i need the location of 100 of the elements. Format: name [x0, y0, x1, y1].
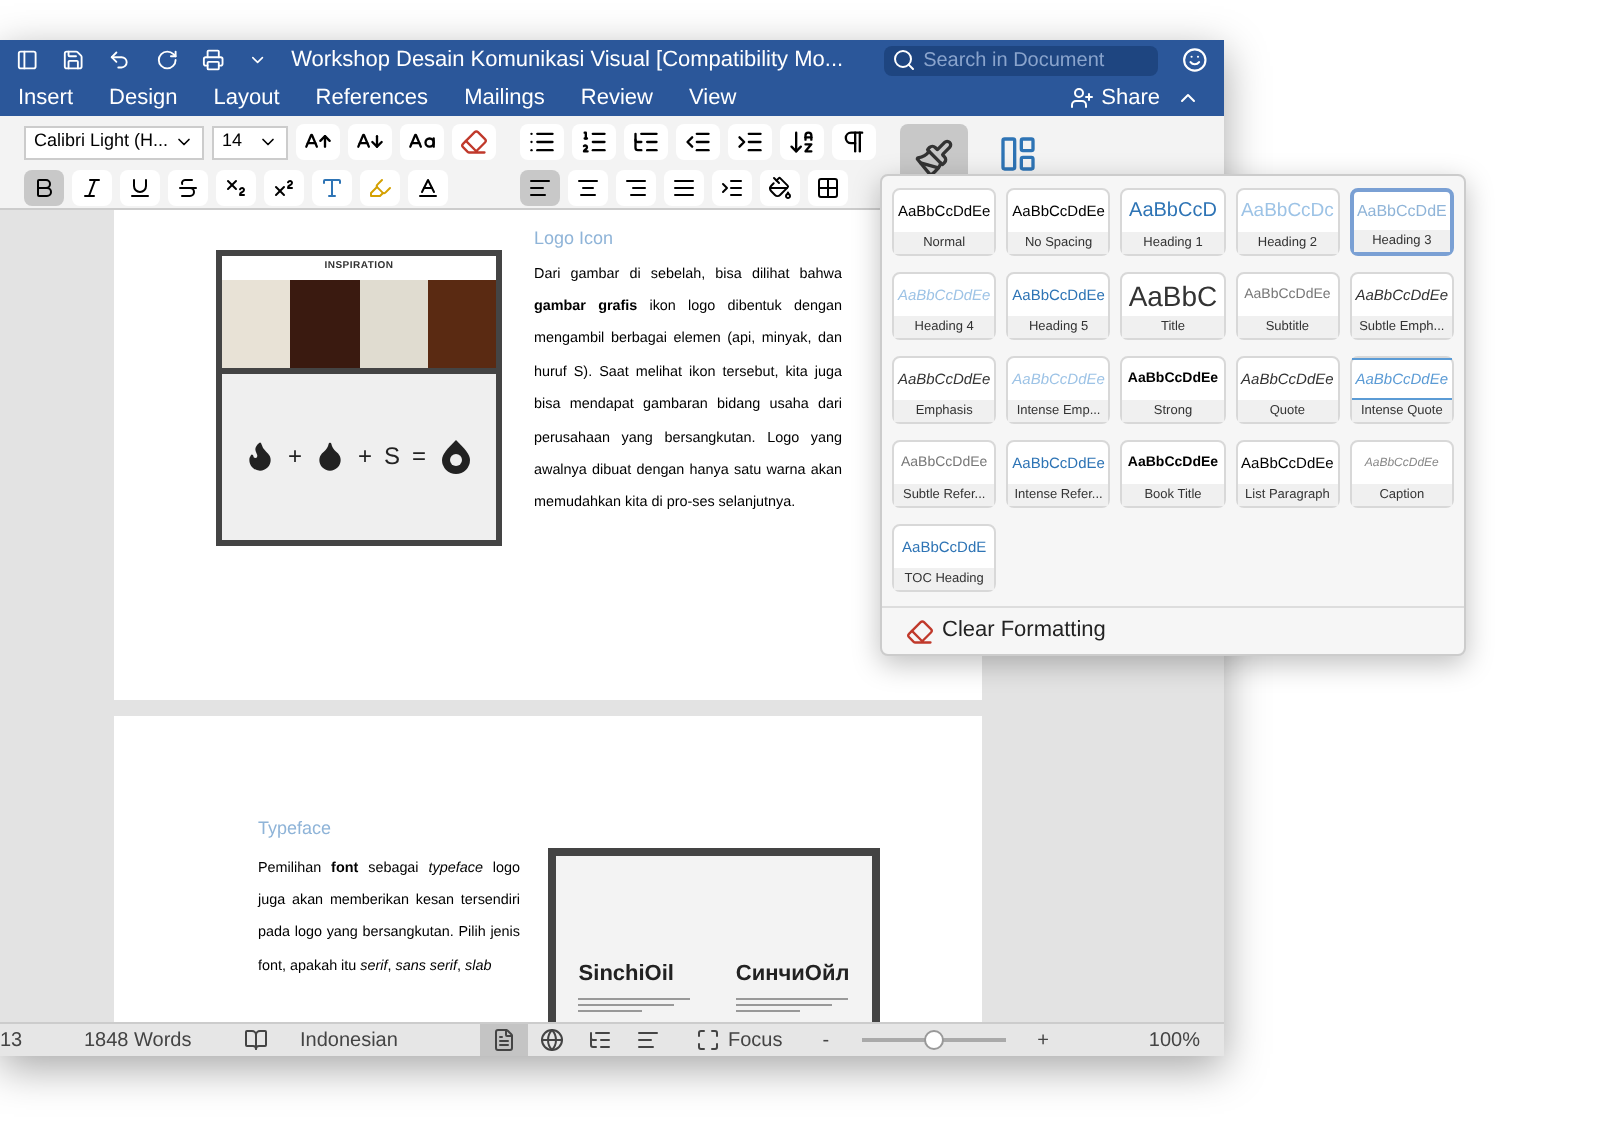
font-color-icon — [416, 176, 440, 200]
zoom-slider-thumb[interactable] — [923, 1030, 944, 1050]
change-case-button[interactable] — [400, 124, 444, 160]
borders-icon — [816, 176, 840, 200]
glyph-lines — [735, 998, 850, 1012]
shrink-font-button[interactable] — [348, 124, 392, 160]
flame-icon — [243, 440, 276, 473]
focus-icon — [696, 1028, 720, 1052]
drop-icon — [313, 440, 346, 473]
ribbon-tab[interactable]: References — [297, 80, 447, 116]
print-view-icon — [492, 1028, 516, 1052]
bullets-icon — [528, 128, 556, 156]
superscript-icon — [272, 176, 296, 200]
print-view-button[interactable] — [480, 1024, 528, 1056]
window-title: Workshop Desain Komunikasi Visual [Compatibility Mo... — [291, 45, 844, 76]
share-button[interactable]: Share — [1053, 81, 1176, 115]
bold-icon — [32, 176, 56, 200]
superscript-button[interactable] — [264, 170, 304, 206]
zoom-out-button[interactable]: - — [814, 1025, 838, 1055]
shading-button[interactable] — [760, 170, 800, 206]
ribbon-tab[interactable]: View — [671, 80, 755, 116]
borders-button[interactable] — [808, 170, 848, 206]
font-dropdown[interactable]: Calibri Light (H... — [24, 125, 204, 159]
section-heading: Logo Icon — [534, 226, 616, 252]
font-size-dropdown[interactable]: 14 — [212, 125, 288, 159]
numbering-button[interactable] — [572, 124, 616, 160]
eraser-icon — [906, 617, 934, 645]
formula-symbol: = — [412, 440, 427, 475]
bullets-button[interactable] — [520, 124, 564, 160]
sidebar-icon[interactable] — [16, 46, 39, 74]
text-effects-button[interactable] — [312, 170, 352, 206]
increase-indent-button[interactable] — [728, 124, 772, 160]
draft-view-icon — [636, 1028, 660, 1052]
highlighter-icon — [368, 176, 392, 200]
formula-symbol: + — [287, 440, 302, 475]
page-count: 13 — [0, 1027, 25, 1055]
ribbon-tab[interactable]: Design — [91, 80, 196, 116]
add-person-icon — [1069, 86, 1094, 110]
underline-button[interactable] — [120, 170, 160, 206]
redo-icon[interactable] — [155, 46, 178, 74]
section-heading: Typeface — [258, 816, 334, 842]
align-justify-button[interactable] — [664, 170, 704, 206]
pilcrow-icon — [840, 128, 868, 156]
glyph-lines — [578, 998, 691, 1012]
align-justify-icon — [672, 176, 696, 200]
smiley-icon[interactable] — [1182, 44, 1208, 76]
increase-indent-icon — [736, 128, 764, 156]
italic-icon — [80, 176, 104, 200]
underline-icon — [128, 176, 152, 200]
pilcrow-button[interactable] — [832, 124, 876, 160]
outline-view-icon — [588, 1028, 612, 1052]
eraser-icon — [460, 128, 488, 156]
panel-icon — [998, 134, 1038, 174]
sort-button[interactable] — [780, 124, 824, 160]
undo-icon[interactable] — [108, 46, 132, 74]
numbering-icon — [580, 128, 608, 156]
subscript-button[interactable] — [216, 170, 256, 206]
decrease-indent-icon — [684, 128, 712, 156]
zoom-in-button[interactable]: + — [1029, 1025, 1057, 1055]
subscript-icon — [224, 176, 248, 200]
text-effects-icon — [320, 176, 344, 200]
save-icon[interactable] — [62, 46, 85, 74]
web-view-icon — [540, 1028, 564, 1052]
decrease-indent-button[interactable] — [676, 124, 720, 160]
font-color-button[interactable] — [408, 170, 448, 206]
zoom-percent: 100% — [1148, 1027, 1200, 1055]
font-sample: SinchiOil — [578, 959, 676, 989]
ribbon-tab[interactable]: Mailings — [446, 80, 563, 116]
strike-icon — [176, 176, 200, 200]
align-center-icon — [576, 176, 600, 200]
print-icon[interactable] — [201, 46, 225, 74]
eraser-button[interactable] — [452, 124, 496, 160]
clear-formatting-button[interactable]: Clear Formatting — [882, 606, 1464, 654]
brush-icon — [914, 138, 954, 178]
line-spacing-icon — [720, 176, 744, 200]
ribbon-tab[interactable]: Insert — [0, 80, 92, 116]
sort-icon — [788, 128, 816, 156]
grow-font-button[interactable] — [296, 124, 340, 160]
strike-button[interactable] — [168, 170, 208, 206]
shading-icon — [768, 176, 792, 200]
word-count: 1848 Words — [84, 1027, 194, 1055]
formula-symbol: + — [357, 440, 372, 475]
align-left-icon — [528, 176, 552, 200]
ribbon-tab[interactable]: Review — [562, 80, 671, 116]
formula-symbol: S — [384, 440, 401, 475]
ribbon-tab[interactable]: Layout — [195, 80, 298, 116]
logo-icon — [438, 438, 475, 475]
align-left-button[interactable] — [520, 170, 560, 206]
font-sample: СинчиОйл — [735, 959, 850, 989]
italic-button[interactable] — [72, 170, 112, 206]
search-field[interactable]: Search in Document — [883, 45, 1159, 75]
search-icon — [891, 48, 916, 72]
multilevel-list-icon — [632, 128, 660, 156]
line-spacing-button[interactable] — [712, 170, 752, 206]
focus-button[interactable]: Focus — [696, 1025, 783, 1055]
proofing-icon[interactable] — [244, 1028, 268, 1052]
align-right-button[interactable] — [616, 170, 656, 206]
bold-button[interactable] — [24, 170, 64, 206]
multilevel-list-button[interactable] — [624, 124, 668, 160]
align-center-button[interactable] — [568, 170, 608, 206]
